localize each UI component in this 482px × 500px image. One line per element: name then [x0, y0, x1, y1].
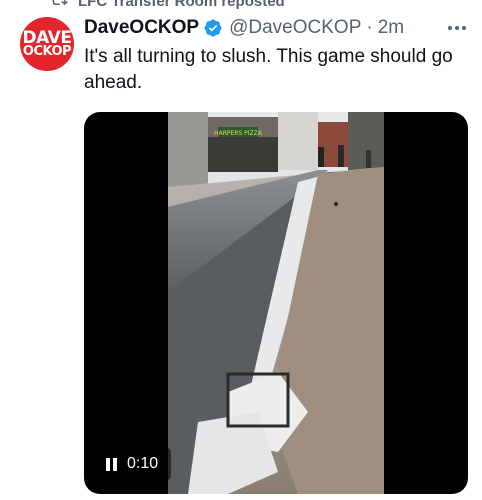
shop-sign-text: HARPERS PIZZA [214, 130, 263, 137]
handle[interactable]: @DaveOCKOP [229, 17, 361, 39]
video-time: 0:10 [127, 455, 159, 472]
video-frame: HARPERS PIZZA [168, 112, 384, 494]
avatar[interactable]: DAVE OCKOP [20, 17, 74, 71]
tweet-text: It's all turning to slush. This game sho… [84, 46, 453, 93]
tweet-header: DaveOCKOP @DaveOCKOP · 2m [84, 15, 404, 41]
repost-indicator[interactable]: LFC Transfer Room reposted [50, 0, 285, 11]
video-player[interactable]: HARPERS PIZZA 0:10 [84, 112, 468, 494]
repost-icon [50, 0, 68, 12]
separator-dot: · [366, 17, 373, 38]
repost-label: LFC Transfer Room reposted [78, 0, 285, 10]
video-controls[interactable]: 0:10 [97, 448, 171, 480]
more-options-icon[interactable] [445, 18, 469, 38]
display-name[interactable]: DaveOCKOP [84, 17, 199, 39]
avatar-text-line2: OCKOP [22, 43, 72, 59]
verified-badge-icon[interactable] [203, 18, 223, 38]
timestamp[interactable]: 2m [378, 17, 404, 39]
pause-icon[interactable] [106, 457, 117, 471]
